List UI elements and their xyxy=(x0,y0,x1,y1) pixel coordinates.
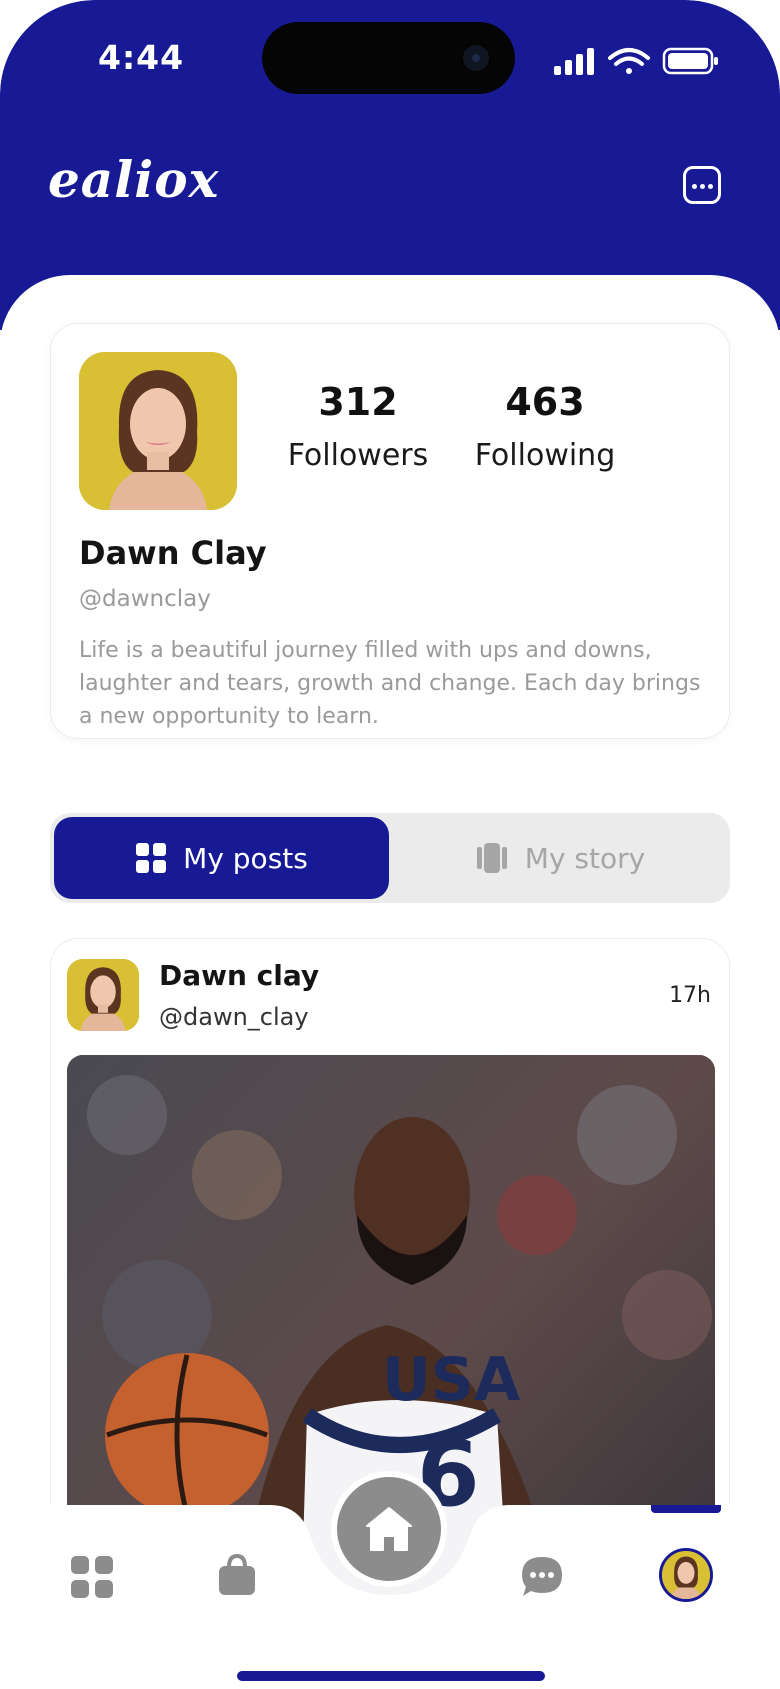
profile-card: 312 Followers 463 Following Dawn Clay @d… xyxy=(50,323,730,739)
profile-handle: @dawnclay xyxy=(79,586,211,612)
battery-icon xyxy=(662,47,718,75)
followers-count: 312 xyxy=(318,380,398,424)
more-dot xyxy=(708,184,713,189)
profile-avatar[interactable] xyxy=(79,352,237,510)
more-dot xyxy=(700,184,705,189)
profile-tabs: My posts My story xyxy=(50,813,730,903)
post-author-name[interactable]: Dawn clay xyxy=(159,959,319,992)
status-bar: 4:44 xyxy=(0,0,780,130)
more-options-button[interactable] xyxy=(683,166,721,204)
profile-name: Dawn Clay xyxy=(79,534,267,572)
followers-label: Followers xyxy=(287,438,429,473)
active-nav-indicator xyxy=(651,1505,721,1513)
home-indicator xyxy=(237,1671,545,1681)
shopping-bag-icon xyxy=(219,1553,255,1595)
story-icon xyxy=(476,843,507,873)
nav-grid-button[interactable] xyxy=(70,1555,114,1603)
post-author-avatar[interactable] xyxy=(67,959,139,1031)
grid-icon xyxy=(136,843,167,873)
following-label: Following xyxy=(474,438,616,473)
phone-screen: 4:44 ealiox 312 Followers 463 Following … xyxy=(0,0,780,1689)
status-icons xyxy=(552,46,720,76)
tab-my-story-label: My story xyxy=(524,841,646,875)
camera-icon xyxy=(463,45,489,71)
nav-home-button[interactable] xyxy=(331,1471,447,1587)
following-count: 463 xyxy=(505,380,585,424)
status-time: 4:44 xyxy=(98,38,185,77)
grid-icon xyxy=(71,1556,113,1598)
wifi-icon xyxy=(608,48,650,74)
tab-my-posts[interactable]: My posts xyxy=(54,817,389,899)
nav-chat-button[interactable] xyxy=(520,1555,564,1603)
more-dots-icon xyxy=(692,184,697,189)
home-icon xyxy=(366,1507,412,1551)
chat-icon xyxy=(522,1557,562,1596)
signal-icon xyxy=(554,48,594,75)
tab-my-story[interactable]: My story xyxy=(395,817,725,899)
profile-bio: Life is a beautiful journey filled with … xyxy=(79,638,701,729)
nav-profile-avatar[interactable] xyxy=(659,1548,713,1602)
post-timestamp: 17h xyxy=(669,983,711,1008)
followers-stat[interactable]: 312 Followers xyxy=(273,380,443,473)
jersey-text: USA xyxy=(382,1345,521,1415)
dynamic-island xyxy=(262,22,515,94)
nav-shop-button[interactable] xyxy=(217,1553,257,1601)
app-logo: ealiox xyxy=(48,150,220,209)
following-stat[interactable]: 463 Following xyxy=(460,380,630,473)
post-author-handle: @dawn_clay xyxy=(159,1003,309,1031)
tab-my-posts-label: My posts xyxy=(183,841,308,875)
